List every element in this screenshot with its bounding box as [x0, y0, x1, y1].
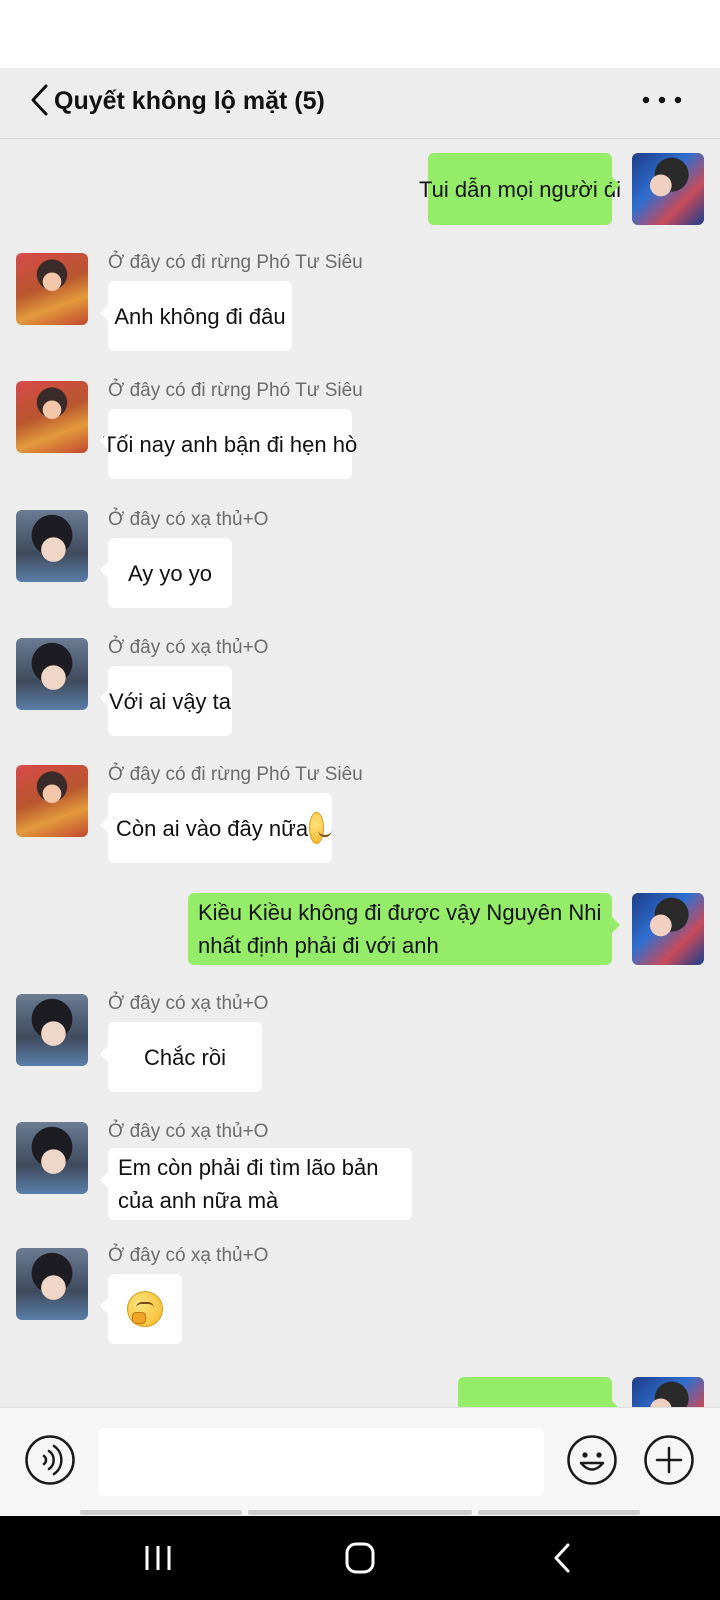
indicator-segment [80, 1510, 242, 1515]
incoming-message-bubble[interactable]: Tối nay anh bận đi hẹn hò [100, 409, 357, 479]
sender-avatar[interactable] [16, 253, 88, 325]
sender-name: Ở đây có đi rừng Phó Tư Siêu [108, 764, 363, 785]
sender-avatar[interactable] [16, 381, 88, 453]
recent-apps-icon [145, 1546, 171, 1570]
message-list[interactable]: Tui dẫn mọi người đi Ở đây có đi rừng Ph… [0, 139, 720, 1407]
incoming-message-bubble[interactable]: Với ai vậy ta [100, 666, 232, 736]
emoji-icon [567, 1435, 617, 1485]
sender-avatar[interactable] [16, 765, 88, 837]
incoming-message-bubble[interactable]: Chắc rồi [100, 1022, 262, 1092]
voice-icon [25, 1435, 75, 1485]
indicator-segment [478, 1510, 640, 1515]
self-avatar[interactable] [632, 1377, 704, 1407]
outgoing-message-bubble[interactable]: Tui dẫn mọi người đi [419, 153, 621, 225]
sender-name: Ở đây có xạ thủ+O [108, 509, 269, 530]
system-navigation-bar [0, 1516, 720, 1600]
sender-avatar[interactable] [16, 1248, 88, 1320]
shy-face-emoji [309, 812, 332, 844]
recent-apps-button[interactable] [128, 1536, 188, 1580]
home-button[interactable] [330, 1536, 390, 1580]
nav-back-icon [554, 1543, 570, 1573]
chat-title: Quyết không lộ mặt (5) [54, 87, 325, 115]
sender-name: Ở đây có đi rừng Phó Tư Siêu [108, 252, 363, 273]
self-avatar[interactable] [632, 153, 704, 225]
voice-button[interactable] [24, 1434, 76, 1486]
sender-avatar[interactable] [16, 1122, 88, 1194]
status-bar [0, 0, 720, 68]
incoming-message-bubble[interactable]: Ay yo yo [100, 538, 232, 608]
incoming-message-bubble[interactable]: Em còn phải đi tìm lão bản của anh nữa m… [100, 1148, 412, 1220]
thinking-face-emoji [127, 1291, 163, 1327]
outgoing-message-bubble[interactable]: Kiều Kiều không đi được vậy Nguyên Nhi n… [188, 893, 620, 965]
sender-name: Ở đây có xạ thủ+O [108, 1121, 269, 1142]
plus-circle-icon [644, 1435, 694, 1485]
emoji-button[interactable] [566, 1434, 618, 1486]
message-text: Còn ai vào đây nữa [116, 815, 309, 841]
sender-name: Ở đây có xạ thủ+O [108, 637, 269, 658]
sender-name: Ở đây có xạ thủ+O [108, 1245, 269, 1266]
message-input[interactable] [98, 1428, 544, 1496]
nav-back-button[interactable] [532, 1536, 592, 1580]
input-bar [0, 1407, 720, 1516]
home-icon [345, 1542, 375, 1574]
sender-name: Ở đây có xạ thủ+O [108, 993, 269, 1014]
more-actions-button[interactable] [643, 1434, 695, 1486]
more-dots-icon [642, 96, 682, 104]
indicator-segment [248, 1510, 472, 1515]
sender-avatar[interactable] [16, 994, 88, 1066]
back-button[interactable] [26, 80, 56, 120]
incoming-message-bubble[interactable]: Còn ai vào đây nữa [100, 793, 332, 863]
incoming-message-bubble[interactable] [100, 1274, 182, 1344]
sender-avatar[interactable] [16, 510, 88, 582]
sender-avatar[interactable] [16, 638, 88, 710]
more-button[interactable] [640, 88, 684, 112]
sender-name: Ở đây có đi rừng Phó Tư Siêu [108, 380, 363, 401]
chat-header: Quyết không lộ mặt (5) [0, 68, 720, 139]
incoming-message-bubble[interactable]: Anh không đi đâu [100, 281, 292, 351]
outgoing-message-bubble[interactable] [458, 1377, 620, 1407]
self-avatar[interactable] [632, 893, 704, 965]
chevron-left-icon [31, 84, 48, 116]
